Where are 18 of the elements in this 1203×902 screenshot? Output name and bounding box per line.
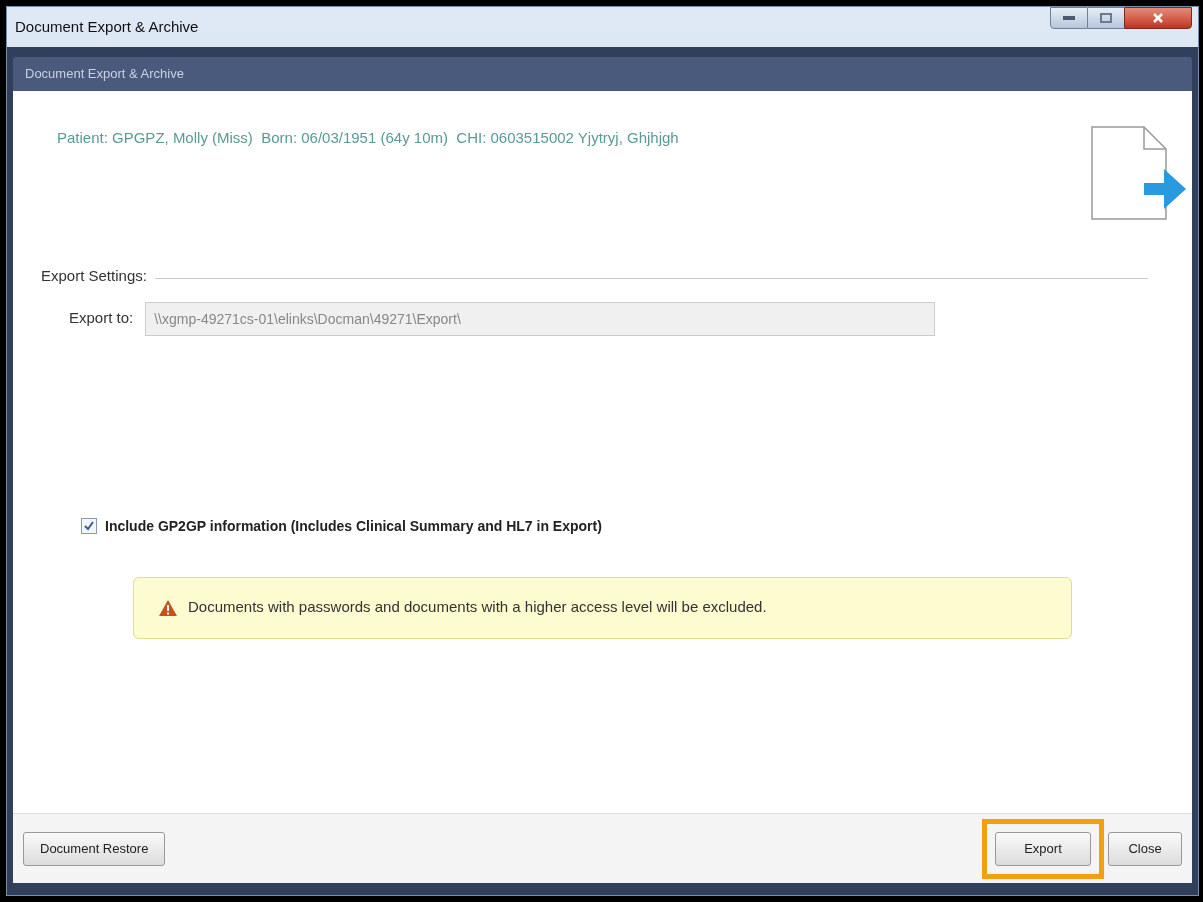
- close-window-button[interactable]: [1124, 7, 1192, 29]
- panel-title: Document Export & Archive: [25, 65, 184, 84]
- close-icon: [1152, 12, 1164, 24]
- section-heading: Export Settings:: [41, 266, 147, 286]
- dialog-button[interactable]: Close: [1108, 831, 1182, 866]
- field-label: Export to:: [69, 308, 134, 329]
- checkbox[interactable]: [81, 518, 97, 534]
- maximize-icon: [1100, 13, 1112, 23]
- dialog-button[interactable]: Export: [995, 831, 1091, 866]
- gp2gp-checkbox[interactable]: Include GP2GP information (Includes Clinical Summary and HL7 in Export): [13, 515, 1192, 537]
- minimize-icon: [1063, 16, 1075, 20]
- minimize-button[interactable]: [1050, 7, 1088, 29]
- warning-text: Documents with passwords and documents with a higher access level will be excluded.: [188, 597, 767, 618]
- patient-info: Patient: GPGPZ, Molly (Miss) Born: 06/03/1951 (64y 10m) CHI: 0603515002 Yjytryj, Ghjhjgh: [57, 128, 679, 148]
- warning-icon: [158, 598, 178, 617]
- maximize-button[interactable]: [1088, 7, 1124, 29]
- dialog-button[interactable]: Document Restore: [23, 831, 166, 866]
- window-title: Document Export & Archive: [15, 16, 199, 37]
